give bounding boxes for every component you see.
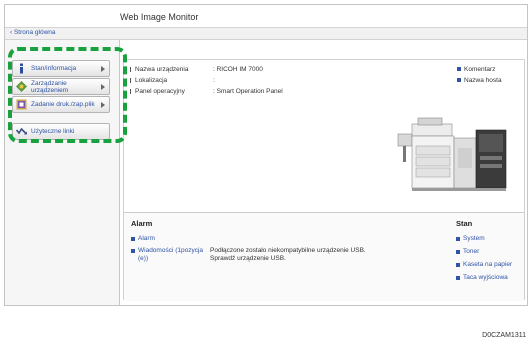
- host-name-link-label: Nazwa hosta: [464, 77, 502, 84]
- breadcrumb-bar: ‹ Strona główna: [5, 28, 527, 40]
- status-system-link[interactable]: System: [463, 235, 485, 242]
- printer-image: [397, 117, 507, 191]
- status-paper-tray-link[interactable]: Kaseta na papier: [463, 261, 512, 268]
- header: Web Image Monitor: [5, 5, 527, 28]
- device-name-label: Nazwa urządzenia: [135, 66, 189, 73]
- app-title: Web Image Monitor: [120, 12, 199, 22]
- breadcrumb-home-link[interactable]: ‹ Strona główna: [10, 29, 56, 36]
- figure-caption: D0CZAM1311: [482, 332, 526, 339]
- messages-link[interactable]: Wiadomości (1pozycja (e)): [138, 247, 203, 263]
- comment-link-label: Komentarz: [464, 66, 496, 73]
- operation-panel-label: Panel operacyjny: [135, 88, 185, 95]
- bullet-icon: [130, 67, 131, 72]
- status-toner-link[interactable]: Toner: [463, 248, 479, 255]
- operation-panel-value: : Smart Operation Panel: [213, 88, 283, 95]
- main-panel: Nazwa urządzenia : RICOH IM 7000 Lokaliz…: [123, 59, 525, 301]
- square-bullet-icon: [131, 237, 135, 241]
- location-value: :: [213, 77, 215, 84]
- location-label: Lokalizacja: [135, 77, 168, 84]
- square-bullet-icon: [456, 250, 460, 254]
- square-bullet-icon: [131, 249, 135, 253]
- bullet-icon: [130, 89, 131, 94]
- square-bullet-icon: [457, 78, 461, 82]
- highlight-frame: [8, 47, 127, 143]
- alarm-link[interactable]: Alarm: [138, 235, 155, 242]
- square-bullet-icon: [456, 237, 460, 241]
- status-title: Stan: [456, 219, 473, 228]
- alarm-status-section: Alarm Alarm Wiadomości (1pozycja (e)) Po…: [124, 212, 524, 301]
- device-name-value: : RICOH IM 7000: [213, 66, 263, 73]
- alarm-message: Podłączone zostało niekompatybilne urząd…: [210, 247, 366, 262]
- alarm-title: Alarm: [131, 219, 153, 228]
- square-bullet-icon: [456, 263, 460, 267]
- square-bullet-icon: [456, 276, 460, 280]
- status-output-tray-link[interactable]: Taca wyjściowa: [463, 274, 508, 281]
- square-bullet-icon: [457, 67, 461, 71]
- bullet-icon: [130, 78, 131, 83]
